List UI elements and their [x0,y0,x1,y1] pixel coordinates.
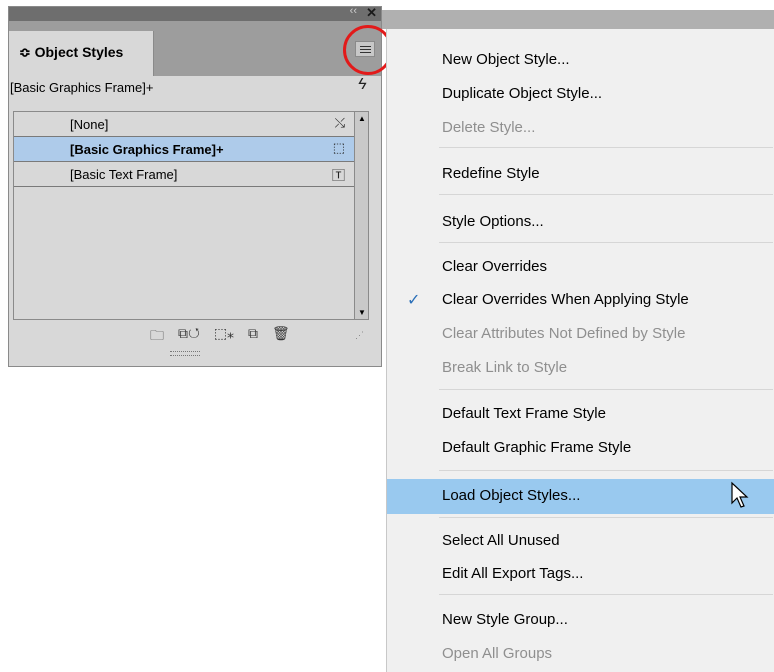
text-frame-icon: 🅃 [331,168,345,183]
panel-tab-bar: ≎ Object Styles [9,21,381,76]
style-name: [Basic Text Frame] [70,167,178,182]
menu-item-label: Default Graphic Frame Style [442,439,632,456]
menu-item-label: Clear Attributes Not Defined by Style [442,325,686,342]
menu-item-label: Clear Overrides [442,258,548,275]
list-item[interactable]: [None] ⤯ [14,112,355,137]
resize-grip-icon[interactable]: ⋰ [355,330,364,341]
menu-item-label: New Object Style... [442,51,570,68]
menu-item-break-link[interactable]: Break Link to Style [387,353,774,383]
menu-separator [439,470,773,471]
scrollbar[interactable]: ▲ ▼ [354,112,368,319]
collapse-panel-button[interactable]: ‹‹ [350,5,357,17]
scroll-up-icon[interactable]: ▲ [358,114,366,123]
menu-item-label: Style Options... [442,213,544,230]
menu-item-style-options[interactable]: Style Options... [387,207,774,237]
menu-item-default-text-frame-style[interactable]: Default Text Frame Style [387,399,774,429]
menu-item-label: Default Text Frame Style [442,405,606,422]
menu-item-label: Select All Unused [442,532,560,549]
lightning-icon[interactable]: ϟ [358,76,366,94]
no-frame-icon: ⤯ [334,115,345,130]
menu-item-new-style-group[interactable]: New Style Group... [387,605,774,635]
menu-item-label: Load Object Styles... [442,487,581,504]
menu-top-strip [382,10,774,29]
mouse-pointer-icon [731,481,749,508]
clear-overrides-icon[interactable]: ⧉↺ [178,325,200,345]
tab-label: ≎ Object Styles [19,44,124,60]
menu-separator [439,389,773,390]
new-style-icon[interactable]: ⧉ [248,325,258,345]
menu-separator [439,242,773,243]
menu-item-clear-attributes[interactable]: Clear Attributes Not Defined by Style [387,319,774,349]
menu-item-edit-all-export-tags[interactable]: Edit All Export Tags... [387,559,774,589]
menu-item-label: Delete Style... [442,119,536,136]
menu-item-label: New Style Group... [442,611,568,628]
menu-item-label: Duplicate Object Style... [442,85,603,102]
panel-title-bar: ‹‹ ✕ [9,5,381,21]
panel-footer: 🗀 ⧉↺ ⬚⁎ ⧉ 🗑 [150,325,290,345]
styles-list: [None] ⤯ [Basic Graphics Frame]+ ⬚ [Basi… [13,111,369,320]
menu-item-label: Open All Groups [442,645,553,662]
new-group-icon[interactable]: 🗀 [150,325,164,345]
graphics-frame-icon: ⬚ [332,140,345,155]
style-name: [None] [70,117,109,132]
menu-item-default-graphic-frame-style[interactable]: Default Graphic Frame Style [387,433,774,463]
scroll-down-icon[interactable]: ▼ [358,308,366,317]
menu-item-delete-style[interactable]: Delete Style... [387,113,774,143]
close-panel-button[interactable]: ✕ [366,5,377,21]
menu-item-clear-overrides[interactable]: Clear Overrides [387,252,774,282]
clear-attributes-icon[interactable]: ⬚⁎ [214,325,234,345]
menu-item-load-object-styles[interactable]: Load Object Styles... [387,479,774,514]
menu-item-open-all-groups[interactable]: Open All Groups [387,639,774,669]
menu-item-new-object-style[interactable]: New Object Style... [387,45,774,75]
panel-menu: New Object Style... Duplicate Object Sty… [386,29,774,672]
menu-separator [439,517,773,518]
menu-item-label: Break Link to Style [442,359,568,376]
list-item[interactable]: [Basic Text Frame] 🅃 [14,162,355,187]
menu-separator [439,594,773,595]
menu-item-clear-overrides-when-applying[interactable]: ✓ Clear Overrides When Applying Style [387,285,774,315]
check-icon: ✓ [407,292,421,309]
menu-item-label: Redefine Style [442,165,540,182]
tab-object-styles[interactable]: ≎ Object Styles [9,31,154,76]
panel-resize-handle[interactable] [170,351,200,356]
delete-icon[interactable]: 🗑 [272,325,290,345]
menu-separator [439,147,773,148]
menu-item-label: Edit All Export Tags... [442,565,584,582]
menu-separator [439,194,773,195]
style-name: [Basic Graphics Frame]+ [70,142,224,157]
menu-item-select-all-unused[interactable]: Select All Unused [387,526,774,556]
menu-item-label: Clear Overrides When Applying Style [442,291,689,308]
menu-item-duplicate-object-style[interactable]: Duplicate Object Style... [387,79,774,109]
list-item[interactable]: [Basic Graphics Frame]+ ⬚ [14,137,355,162]
menu-item-redefine-style[interactable]: Redefine Style [387,159,774,189]
current-style-label: [Basic Graphics Frame]+ [10,80,154,95]
